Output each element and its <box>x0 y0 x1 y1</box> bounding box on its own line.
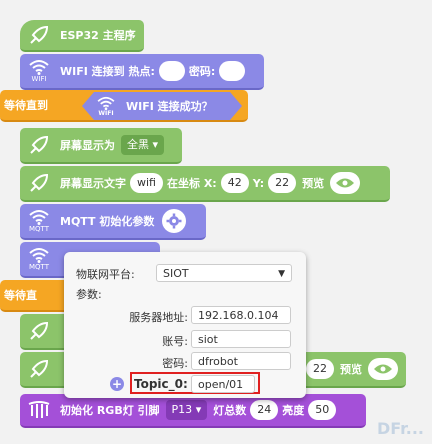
rgb-light-icon <box>24 395 54 425</box>
wifi-password-label: 密码: <box>188 65 216 78</box>
y-input-2[interactable]: 22 <box>306 359 334 379</box>
screen-display-label: 屏幕显示为 <box>60 139 115 152</box>
mqtt-init-label: MQTT 初始化参数 <box>60 215 155 228</box>
chevron-down-icon: ▾ <box>195 403 202 416</box>
wifi-icon-small: WIFI <box>96 96 116 117</box>
wait-until-label: 等待直到 <box>4 99 48 112</box>
wifi-ssid-input[interactable] <box>158 61 185 81</box>
screen-text-block[interactable]: 屏幕显示文字 wifi 在坐标 X: 42 Y: 22 预览 <box>20 166 390 202</box>
platform-select[interactable]: SIOT ▼ <box>156 264 292 282</box>
rgb-brightness-input[interactable]: 50 <box>308 400 337 420</box>
dfrobot-watermark: DFr... <box>376 419 424 438</box>
preview-label: 预览 <box>302 177 325 190</box>
password-label: 密码: <box>162 357 188 370</box>
screen-text-input[interactable]: wifi <box>130 173 163 193</box>
rocket-icon <box>24 20 54 50</box>
x-input[interactable]: 42 <box>220 173 249 193</box>
y-label: Y: <box>252 176 265 190</box>
rgb-pin-value: P13 <box>171 403 193 416</box>
account-label: 账号: <box>162 335 188 348</box>
add-topic-icon[interactable]: + <box>110 377 124 391</box>
wifi-success-condition[interactable]: WIFI WIFI 连接成功？ <box>82 92 242 120</box>
wifi-success-label: WIFI 连接成功？ <box>126 100 213 113</box>
screen-display-dropdown[interactable]: 全黑 ▾ <box>121 135 165 155</box>
wifi-caption: WIFI <box>31 75 47 83</box>
wifi-icon: WIFI <box>24 56 54 86</box>
screen-display-block[interactable]: 屏幕显示为 全黑 ▾ <box>20 128 182 164</box>
wifi-connect-label: WIFI 连接到 热点: <box>60 65 155 78</box>
mqtt-params-panel: 物联网平台: SIOT ▼ 参数: 服务器地址: 192.168.0.104 账… <box>64 252 306 398</box>
wifi-connect-block[interactable]: WIFI WIFI 连接到 热点: 密码: <box>20 54 264 90</box>
gear-icon[interactable] <box>162 209 187 233</box>
esp32-main-block[interactable]: ESP32 主程序 <box>20 20 144 52</box>
mqtt-caption: MQTT <box>29 263 49 271</box>
wait-partial-label: 等待直 <box>4 289 37 302</box>
main-program-label: ESP32 主程序 <box>60 29 136 42</box>
platform-value: SIOT <box>163 267 189 280</box>
eye-icon[interactable] <box>330 172 361 194</box>
rgb-label: 初始化 RGB灯 引脚 <box>60 404 160 417</box>
rgb-init-block[interactable]: 初始化 RGB灯 引脚 P13 ▾ 灯总数 24 亮度 50 <box>20 394 366 428</box>
password-input[interactable]: dfrobot <box>191 352 291 370</box>
preview-group: 22 预览 <box>302 358 398 380</box>
rgb-pin-dropdown[interactable]: P13 ▾ <box>165 400 208 420</box>
params-label: 参数: <box>76 288 102 301</box>
rocket-icon <box>24 316 54 346</box>
preview-label-2: 预览 <box>340 363 362 376</box>
mqtt-caption: MQTT <box>29 225 49 233</box>
topic-label: Topic_0: <box>134 377 188 391</box>
chevron-down-icon: ▾ <box>152 138 159 151</box>
account-input[interactable]: siot <box>191 330 291 348</box>
screen-text-label: 屏幕显示文字 <box>60 177 126 190</box>
at-coords-label: 在坐标 X: <box>166 177 217 190</box>
mqtt-icon: MQTT <box>24 244 54 274</box>
rocket-icon <box>24 168 54 198</box>
wifi-caption-small: WIFI <box>98 109 114 117</box>
rgb-brightness-label: 亮度 <box>282 404 305 417</box>
rgb-total-input[interactable]: 24 <box>250 400 279 420</box>
server-label: 服务器地址: <box>129 311 188 324</box>
eye-icon[interactable] <box>368 358 398 380</box>
mqtt-icon: MQTT <box>24 206 54 236</box>
rgb-total-label: 灯总数 <box>213 404 247 417</box>
rocket-icon <box>24 130 54 160</box>
platform-label: 物联网平台: <box>76 268 135 281</box>
y-input[interactable]: 22 <box>268 173 297 193</box>
mqtt-init-block[interactable]: MQTT MQTT 初始化参数 <box>20 204 206 240</box>
screen-display-value: 全黑 <box>127 138 149 151</box>
wifi-password-input[interactable] <box>219 61 246 81</box>
caret-down-icon: ▼ <box>278 269 285 279</box>
rocket-icon <box>24 354 54 384</box>
server-input[interactable]: 192.168.0.104 <box>191 306 291 324</box>
topic-input[interactable]: open/01 <box>191 375 255 393</box>
